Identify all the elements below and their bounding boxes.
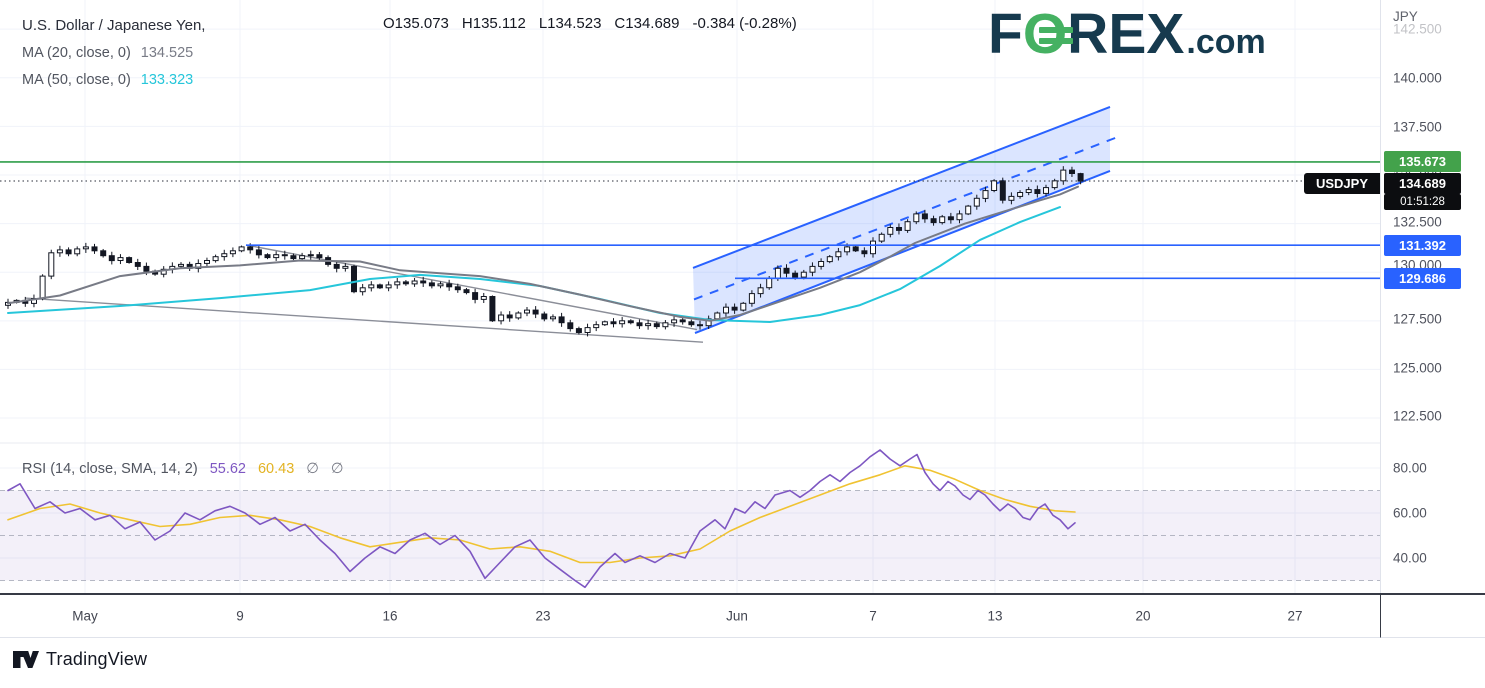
chart-window: U.S. Dollar / Japanese Yen, MA (20, clos…	[0, 0, 1485, 688]
rsi-empty-value: ∅	[306, 461, 319, 477]
price-axis-label: 127.500	[1393, 312, 1442, 327]
rsi-label: RSI (14, close, SMA, 14, 2)	[22, 461, 198, 477]
price-badge[interactable]: 01:51:28	[1384, 194, 1461, 210]
symbol-price-pill[interactable]: USDJPY	[1304, 173, 1380, 194]
forex-logo-com: .com	[1186, 25, 1265, 59]
ma20-label: MA (20, close, 0)	[22, 45, 131, 61]
ma20-value: 134.525	[141, 45, 193, 61]
footer-bar: TradingView	[0, 636, 1485, 688]
symbol-legend: U.S. Dollar / Japanese Yen, MA (20, clos…	[22, 12, 205, 93]
price-axis[interactable]: JPY 142.500140.000137.500135.000132.5001…	[1380, 0, 1485, 593]
tradingview-icon	[12, 649, 39, 670]
forex-logo-o-bar	[1039, 27, 1074, 33]
price-badge[interactable]: 131.392	[1384, 235, 1461, 256]
time-axis-label: 13	[987, 609, 1002, 624]
ohlc-change: -0.384 (-0.28%)	[692, 15, 796, 32]
time-axis-label: 7	[869, 609, 877, 624]
price-badge[interactable]: 129.686	[1384, 268, 1461, 289]
ohlc-open: O135.073	[383, 15, 449, 32]
time-axis-label: 9	[236, 609, 244, 624]
price-axis-label: 40.00	[1393, 551, 1427, 566]
time-axis-label: Jun	[726, 609, 748, 624]
price-axis-label: 122.500	[1393, 409, 1442, 424]
ohlc-close: C134.689	[614, 15, 679, 32]
ohlc-high: H135.112	[462, 15, 526, 32]
price-axis-label: 132.500	[1393, 215, 1442, 230]
ma50-legend-row[interactable]: MA (50, close, 0) 133.323	[22, 66, 205, 93]
ma50-label: MA (50, close, 0)	[22, 72, 131, 88]
forex-logo-rex: REX	[1067, 6, 1184, 63]
ma20-legend-row[interactable]: MA (20, close, 0) 134.525	[22, 39, 205, 66]
symbol-title: U.S. Dollar / Japanese Yen,	[22, 17, 205, 34]
ohlc-readout: O135.073 H135.112 L134.523 C134.689 -0.3…	[383, 12, 810, 34]
forex-logo-o: O	[1023, 6, 1067, 63]
price-axis-label: 80.00	[1393, 461, 1427, 476]
ohlc-low: L134.523	[539, 15, 602, 32]
price-axis-label: 142.500	[1393, 22, 1442, 37]
tradingview-label: TradingView	[46, 649, 147, 670]
time-axis-label: May	[72, 609, 98, 624]
time-axis[interactable]: May 9 16 23 Jun 7 13 20 27	[0, 593, 1380, 638]
time-axis-label: 27	[1287, 609, 1302, 624]
time-axis-label: 20	[1135, 609, 1150, 624]
price-axis-label: 125.000	[1393, 361, 1442, 376]
axis-corner	[1380, 593, 1485, 638]
rsi-empty-value: ∅	[331, 461, 344, 477]
time-axis-label: 16	[382, 609, 397, 624]
forex-logo-f: F	[988, 6, 1023, 63]
rsi-value: 55.62	[210, 461, 246, 477]
price-badge[interactable]: 135.673	[1384, 151, 1461, 172]
ma50-value: 133.323	[141, 72, 193, 88]
price-axis-label: 140.000	[1393, 71, 1442, 86]
price-axis-label: 137.500	[1393, 120, 1442, 135]
price-axis-label: 60.00	[1393, 506, 1427, 521]
price-badge[interactable]: 134.689	[1384, 173, 1461, 194]
forex-logo-o-bar	[1039, 38, 1074, 44]
rsi-legend[interactable]: RSI (14, close, SMA, 14, 2) 55.62 60.43 …	[22, 455, 344, 482]
price-chart-canvas[interactable]	[0, 0, 1380, 593]
symbol-title-row[interactable]: U.S. Dollar / Japanese Yen,	[22, 12, 205, 39]
rsi-ma-value: 60.43	[258, 461, 294, 477]
time-axis-label: 23	[535, 609, 550, 624]
forex-com-logo: F O REX .com	[988, 6, 1266, 63]
tradingview-logo[interactable]: TradingView	[12, 649, 147, 670]
